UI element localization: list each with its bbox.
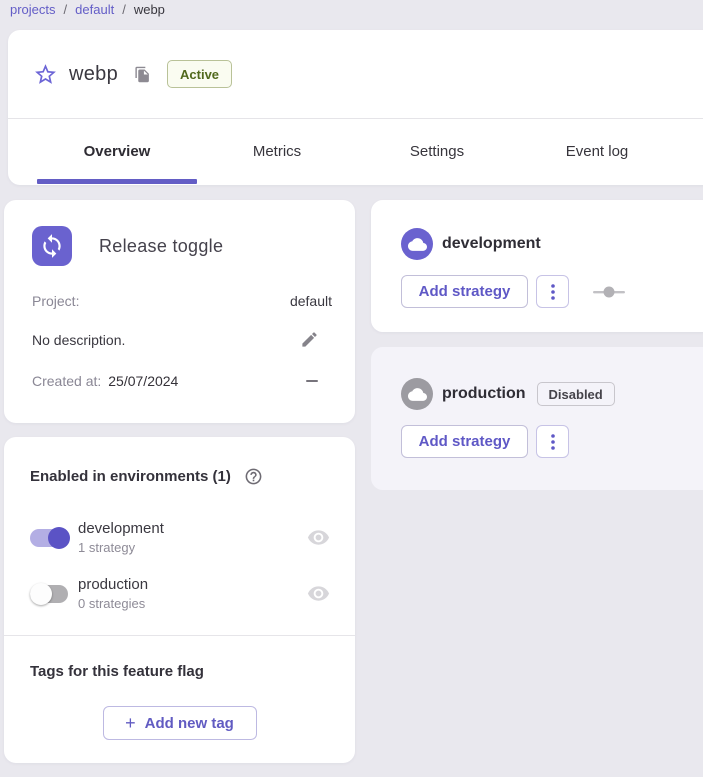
development-more-actions-button[interactable] xyxy=(536,275,569,308)
feature-flag-page: projects / default / webp webp Active Ov… xyxy=(0,0,703,777)
environments-card: Enabled in environments (1) development … xyxy=(4,437,355,763)
created-at-value: 25/07/2024 xyxy=(108,373,178,389)
kebab-icon xyxy=(551,284,555,300)
tab-metrics-label: Metrics xyxy=(253,143,301,160)
development-add-strategy-button[interactable]: Add strategy xyxy=(401,275,528,308)
production-more-actions-button[interactable] xyxy=(536,425,569,458)
breadcrumb-link-default[interactable]: default xyxy=(75,2,114,17)
copy-icon xyxy=(134,66,151,83)
development-cloud-icon xyxy=(401,228,433,260)
environment-strategy-count: 0 strategies xyxy=(78,596,307,611)
production-panel-title: production xyxy=(442,385,526,403)
development-environment-panel: development Add strategy xyxy=(371,200,703,332)
breadcrumb-separator: / xyxy=(122,2,126,17)
production-toggle[interactable] xyxy=(30,583,70,605)
kebab-icon xyxy=(551,434,555,450)
environment-name: development xyxy=(78,520,307,537)
tab-bar: Overview Metrics Settings Event log xyxy=(8,119,703,184)
feature-title-row: webp Active xyxy=(8,30,703,119)
star-icon xyxy=(33,62,58,87)
feature-header-card: webp Active Overview Metrics Settings Ev… xyxy=(8,30,703,185)
tab-overview-label: Overview xyxy=(84,143,151,160)
created-at-row: Created at: 25/07/2024 xyxy=(32,373,332,389)
development-panel-actions: Add strategy xyxy=(401,275,703,308)
tab-event-log[interactable]: Event log xyxy=(517,119,677,184)
add-new-tag-button[interactable]: + Add new tag xyxy=(103,706,257,740)
production-cloud-icon xyxy=(401,378,433,410)
flag-details-card: Release toggle Project: default No descr… xyxy=(4,200,355,423)
tags-heading: Tags for this feature flag xyxy=(30,663,329,680)
development-panel-header: development xyxy=(401,228,703,260)
status-badge: Active xyxy=(167,60,232,88)
active-tab-indicator xyxy=(37,179,197,184)
environments-heading: Enabled in environments (1) xyxy=(30,468,231,485)
breadcrumb-current: webp xyxy=(134,2,165,17)
page-title: webp xyxy=(69,63,118,86)
environments-help-button[interactable] xyxy=(244,467,263,486)
tab-event-log-label: Event log xyxy=(566,143,629,160)
production-disabled-badge: Disabled xyxy=(537,382,615,406)
description-text: No description. xyxy=(32,332,125,348)
created-at-label: Created at: xyxy=(32,373,101,389)
tab-settings[interactable]: Settings xyxy=(357,119,517,184)
eye-icon xyxy=(307,582,330,605)
copy-name-button[interactable] xyxy=(134,66,151,83)
breadcrumb: projects / default / webp xyxy=(10,2,165,17)
add-new-tag-label: Add new tag xyxy=(145,715,234,732)
development-visibility-button[interactable] xyxy=(307,526,330,549)
minus-icon xyxy=(306,380,318,383)
tab-metrics[interactable]: Metrics xyxy=(197,119,357,184)
production-panel-actions: Add strategy xyxy=(401,425,703,458)
eye-icon xyxy=(307,526,330,549)
environment-strategy-count: 1 strategy xyxy=(78,540,307,555)
breadcrumb-link-projects[interactable]: projects xyxy=(10,2,56,17)
strategy-node-icon xyxy=(593,286,625,298)
project-value: default xyxy=(290,293,332,309)
tab-overview[interactable]: Overview xyxy=(37,119,197,184)
favorite-button[interactable] xyxy=(33,62,58,87)
environments-heading-row: Enabled in environments (1) xyxy=(30,467,330,486)
production-add-strategy-button[interactable]: Add strategy xyxy=(401,425,528,458)
description-row: No description. xyxy=(32,330,332,349)
help-icon xyxy=(244,467,263,486)
pencil-icon xyxy=(300,330,319,349)
project-row: Project: default xyxy=(32,293,332,309)
tab-settings-label: Settings xyxy=(410,143,464,160)
production-panel-header: production Disabled xyxy=(401,378,703,410)
environment-name: production xyxy=(78,576,307,593)
environment-row-development: development 1 strategy xyxy=(30,520,330,555)
project-label: Project: xyxy=(32,293,79,309)
breadcrumb-separator: / xyxy=(64,2,68,17)
release-toggle-icon xyxy=(32,226,72,266)
development-toggle[interactable] xyxy=(30,527,70,549)
add-strategy-label: Add strategy xyxy=(419,283,511,300)
production-visibility-button[interactable] xyxy=(307,582,330,605)
add-strategy-label: Add strategy xyxy=(419,433,511,450)
collapse-button[interactable] xyxy=(306,380,318,383)
production-environment-panel: production Disabled Add strategy xyxy=(371,347,703,490)
tags-section: Tags for this feature flag + Add new tag xyxy=(4,636,355,740)
flag-type-label: Release toggle xyxy=(99,236,223,257)
development-panel-title: development xyxy=(442,235,541,253)
edit-description-button[interactable] xyxy=(300,330,319,349)
environment-row-production: production 0 strategies xyxy=(30,576,330,611)
plus-icon: + xyxy=(125,714,136,732)
flag-type-header: Release toggle xyxy=(32,226,332,266)
